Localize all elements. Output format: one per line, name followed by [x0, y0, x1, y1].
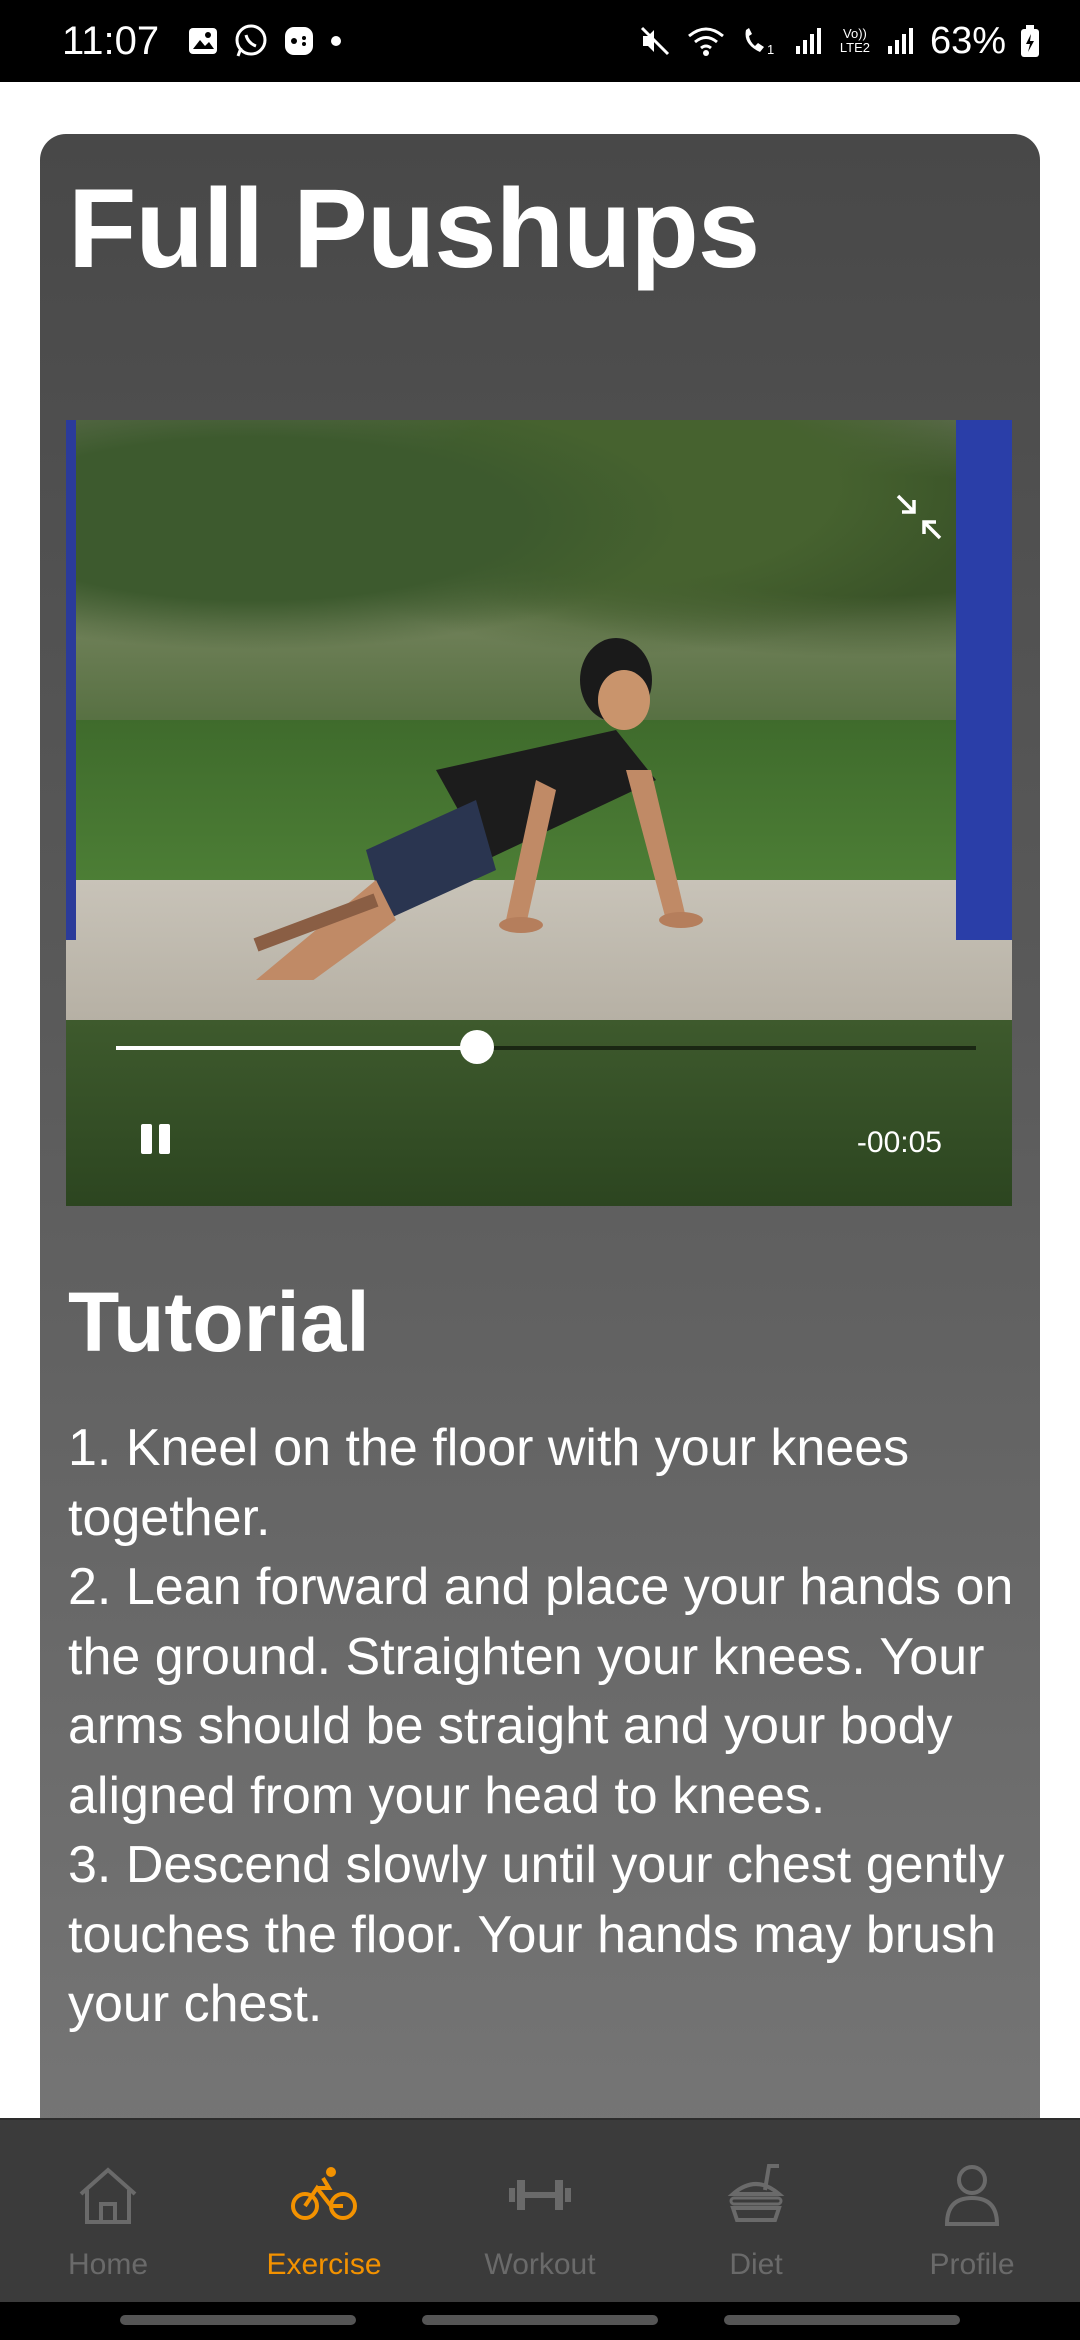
- video-progress-fill: [116, 1046, 478, 1050]
- wifi-icon: [687, 27, 724, 56]
- nav-label: Exercise: [266, 2248, 382, 2281]
- battery-icon: [1021, 25, 1039, 57]
- home-icon: [79, 2167, 137, 2224]
- tutorial-step: 3. Descend slowly until your chest gentl…: [68, 1836, 1005, 2033]
- person-pushup-illustration: [253, 638, 703, 980]
- nav-item-diet[interactable]: Diet: [648, 2120, 864, 2304]
- video-player[interactable]: -00:05: [66, 420, 1012, 1206]
- signal-icon-2: [887, 28, 913, 54]
- profile-icon: [944, 2165, 1000, 2226]
- video-seek-bar[interactable]: [116, 1030, 976, 1064]
- food-icon: [727, 2164, 785, 2222]
- system-gesture-bar: [0, 2302, 1080, 2340]
- nav-label: Home: [67, 2248, 149, 2281]
- nav-label: Diet: [729, 2248, 783, 2281]
- nav-label: Workout: [484, 2248, 596, 2281]
- mute-icon: [640, 26, 669, 56]
- pause-button[interactable]: [138, 1120, 174, 1160]
- nav-item-profile[interactable]: Profile: [864, 2120, 1080, 2304]
- status-bar: 11:07 1 Vo)) LTE2 63%: [0, 0, 1080, 82]
- recent-apps-button[interactable]: [120, 2315, 356, 2325]
- status-right-icons: 1 Vo)) LTE2 63%: [638, 20, 1040, 63]
- nav-item-workout[interactable]: Workout: [432, 2120, 648, 2304]
- home-gesture-button[interactable]: [422, 2315, 658, 2325]
- tutorial-heading: Tutorial: [68, 1275, 370, 1369]
- wifi-calling-icon: 1: [745, 28, 774, 57]
- whatsapp-icon: [235, 24, 267, 57]
- back-button[interactable]: [724, 2315, 960, 2325]
- signal-icon: [795, 28, 821, 54]
- bottom-navigation: Home Exercise Workout Diet Profile: [0, 2118, 1080, 2304]
- volte-icon: Vo)) LTE2: [839, 26, 870, 55]
- nav-item-home[interactable]: Home: [0, 2120, 216, 2304]
- dumbbell-icon: [509, 2180, 571, 2210]
- bicycle-icon: [291, 2167, 357, 2220]
- gallery-icon: [189, 28, 218, 54]
- status-time: 11:07: [62, 18, 160, 63]
- tutorial-steps: 1. Kneel on the floor with your knees to…: [68, 1414, 1018, 2040]
- exercise-title: Full Pushups: [68, 166, 760, 291]
- nav-label: Profile: [929, 2248, 1015, 2281]
- exit-fullscreen-icon[interactable]: [892, 490, 946, 544]
- status-left-icons: [187, 23, 343, 59]
- tutorial-step: 1. Kneel on the floor with your knees to…: [68, 1419, 910, 1547]
- video-time-remaining: -00:05: [856, 1126, 942, 1159]
- dot-icon: [331, 36, 342, 46]
- battery-percentage: 63%: [929, 19, 1006, 62]
- tutorial-step: 2. Lean forward and place your hands on …: [68, 1558, 1014, 1825]
- exercise-card: Full Pushups -00:05 Tutorial 1. Kneel on…: [40, 134, 1040, 2334]
- nav-item-exercise[interactable]: Exercise: [216, 2120, 432, 2304]
- video-seek-thumb[interactable]: [460, 1030, 495, 1064]
- svg-text:1: 1: [767, 42, 774, 57]
- game-icon: [285, 27, 314, 55]
